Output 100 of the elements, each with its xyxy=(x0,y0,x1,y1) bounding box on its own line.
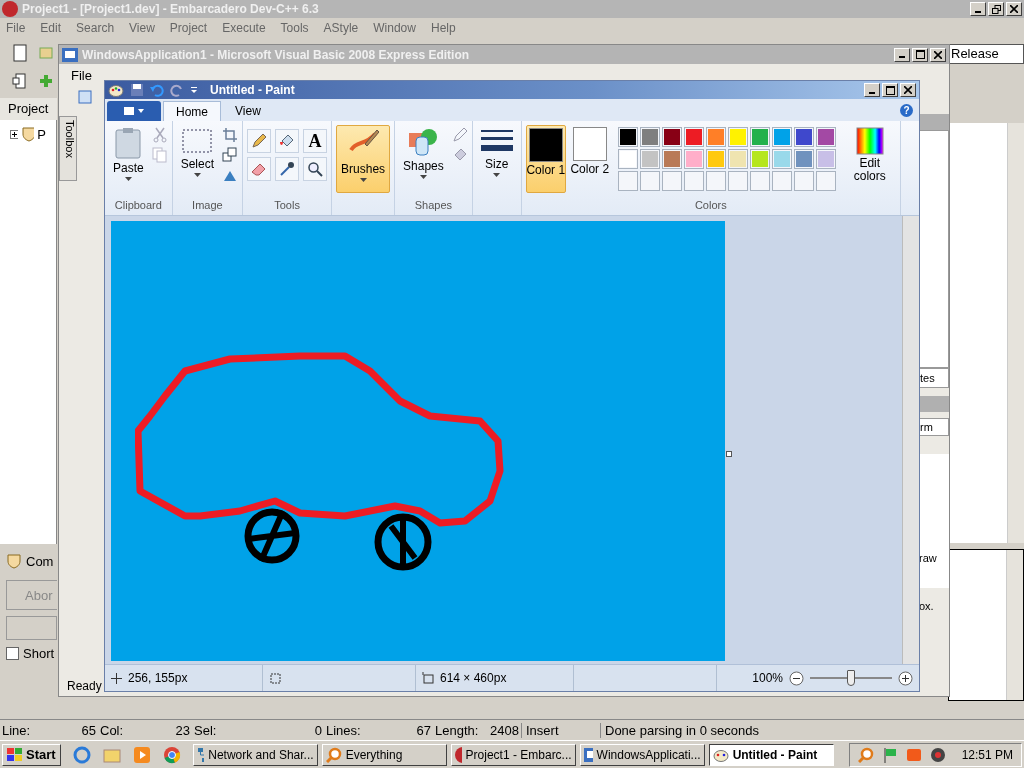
palette-swatch[interactable] xyxy=(793,127,814,147)
browser-icon[interactable] xyxy=(72,745,91,764)
menu-item[interactable]: Execute xyxy=(222,21,266,35)
eraser-tool[interactable] xyxy=(247,157,272,181)
fill-tool[interactable] xyxy=(275,129,300,153)
dropdown[interactable]: rm xyxy=(919,418,949,436)
menu-item[interactable]: Help xyxy=(430,21,456,35)
palette-swatch[interactable] xyxy=(705,149,726,169)
menu-item[interactable]: Edit xyxy=(40,21,62,35)
outline-icon[interactable] xyxy=(451,127,468,143)
chrome-icon[interactable] xyxy=(162,745,181,764)
start-button[interactable]: Start xyxy=(2,743,61,766)
color-2-button[interactable]: Color 2 xyxy=(569,125,610,193)
crop-icon[interactable] xyxy=(222,127,239,143)
size-button[interactable]: Size xyxy=(476,125,517,193)
media-player-icon[interactable] xyxy=(132,745,151,764)
palette-swatch[interactable] xyxy=(705,127,726,147)
palette-swatch[interactable] xyxy=(661,127,682,147)
palette-swatch[interactable] xyxy=(639,127,660,147)
new-file-icon[interactable] xyxy=(12,44,28,62)
menu-item[interactable]: File xyxy=(6,21,26,35)
palette-swatch[interactable] xyxy=(749,149,770,169)
new-project-icon[interactable] xyxy=(77,88,93,106)
palette-swatch[interactable] xyxy=(617,149,638,169)
taskbar-button[interactable]: Project1 - Embarc... xyxy=(450,743,576,766)
input-field[interactable] xyxy=(6,616,57,640)
menu-item[interactable]: File xyxy=(71,67,92,83)
maximize-button[interactable] xyxy=(912,47,928,62)
palette-swatch[interactable] xyxy=(815,149,836,169)
maximize-button[interactable] xyxy=(882,83,898,97)
edit-colors-button[interactable]: Edit colors xyxy=(843,125,896,193)
redo-icon[interactable] xyxy=(170,83,184,97)
pencil-tool[interactable] xyxy=(247,129,272,153)
menu-item[interactable]: Window xyxy=(373,21,416,35)
palette-swatch[interactable] xyxy=(727,149,748,169)
panel-tab[interactable]: Project xyxy=(0,98,57,120)
color-picker-tool[interactable] xyxy=(275,157,300,181)
panel-tab[interactable]: tes xyxy=(919,368,949,388)
shapes-button[interactable]: Shapes xyxy=(399,125,448,193)
expand-icon[interactable] xyxy=(10,129,18,139)
zoom-out-button[interactable] xyxy=(789,670,804,686)
ribbon-tab[interactable]: Home xyxy=(163,101,221,121)
paste-button[interactable]: Paste xyxy=(109,125,148,193)
close-button[interactable] xyxy=(930,47,946,62)
scrollbar[interactable] xyxy=(902,216,919,664)
resize-icon[interactable] xyxy=(222,147,239,163)
close-button[interactable] xyxy=(900,83,916,97)
zoom-in-button[interactable] xyxy=(898,670,913,686)
palette-swatch[interactable] xyxy=(683,127,704,147)
module-icon[interactable] xyxy=(12,72,28,90)
taskbar-button[interactable]: WindowsApplicati... xyxy=(579,743,705,766)
scrollbar[interactable] xyxy=(1006,550,1023,700)
palette-swatch[interactable] xyxy=(727,127,748,147)
scissors-icon[interactable] xyxy=(151,127,168,143)
palette-swatch[interactable] xyxy=(749,127,770,147)
palette-swatch[interactable] xyxy=(815,127,836,147)
add-icon[interactable] xyxy=(38,72,54,90)
resize-handle[interactable] xyxy=(726,451,732,457)
text-tool[interactable]: A xyxy=(303,129,328,153)
palette-swatch[interactable] xyxy=(661,149,682,169)
undo-icon[interactable] xyxy=(150,83,164,97)
taskbar-button[interactable]: Untitled - Paint xyxy=(708,743,834,766)
menu-item[interactable]: AStyle xyxy=(323,21,359,35)
menu-item[interactable]: Tools xyxy=(280,21,309,35)
menu-item[interactable]: Project xyxy=(169,21,208,35)
help-button[interactable]: ? xyxy=(900,104,913,117)
build-config-dropdown[interactable]: Release xyxy=(948,44,1024,64)
minimize-button[interactable] xyxy=(864,83,880,97)
tree-item[interactable]: P xyxy=(37,126,46,142)
menu-item[interactable]: View xyxy=(129,21,155,35)
save-icon[interactable] xyxy=(130,83,144,97)
palette-swatch[interactable] xyxy=(617,127,638,147)
panel-tab[interactable]: Com xyxy=(0,550,57,572)
scrollbar[interactable] xyxy=(1007,123,1024,543)
taskbar-button[interactable]: Everything xyxy=(321,743,447,766)
close-button[interactable] xyxy=(1006,2,1022,16)
square-icon[interactable] xyxy=(905,746,922,763)
flag-icon[interactable] xyxy=(881,746,898,763)
minimize-button[interactable] xyxy=(970,2,986,16)
app-menu-button[interactable] xyxy=(107,101,161,121)
brushes-button[interactable]: Brushes xyxy=(336,125,391,193)
palette-swatch[interactable] xyxy=(793,149,814,169)
taskbar-button[interactable]: Network and Shar... xyxy=(192,743,318,766)
palette-swatch[interactable] xyxy=(639,149,660,169)
magnifier-icon[interactable] xyxy=(857,746,874,763)
speaker-icon[interactable] xyxy=(929,746,946,763)
palette-swatch[interactable] xyxy=(771,149,792,169)
restore-button[interactable] xyxy=(988,2,1004,16)
toolbox-tab[interactable]: Toolbox xyxy=(59,116,77,181)
ribbon-tab[interactable]: View xyxy=(223,101,273,121)
select-button[interactable]: Select xyxy=(176,125,219,193)
copy-icon[interactable] xyxy=(151,147,168,163)
dropdown-arrow-icon[interactable] xyxy=(190,86,198,94)
magnifier-tool[interactable] xyxy=(303,157,328,181)
palette-swatch[interactable] xyxy=(683,149,704,169)
palette-swatch[interactable] xyxy=(771,127,792,147)
minimize-button[interactable] xyxy=(894,47,910,62)
checkbox[interactable] xyxy=(6,647,19,660)
color-1-button[interactable]: Color 1 xyxy=(525,125,566,193)
menu-item[interactable]: Search xyxy=(76,21,115,35)
